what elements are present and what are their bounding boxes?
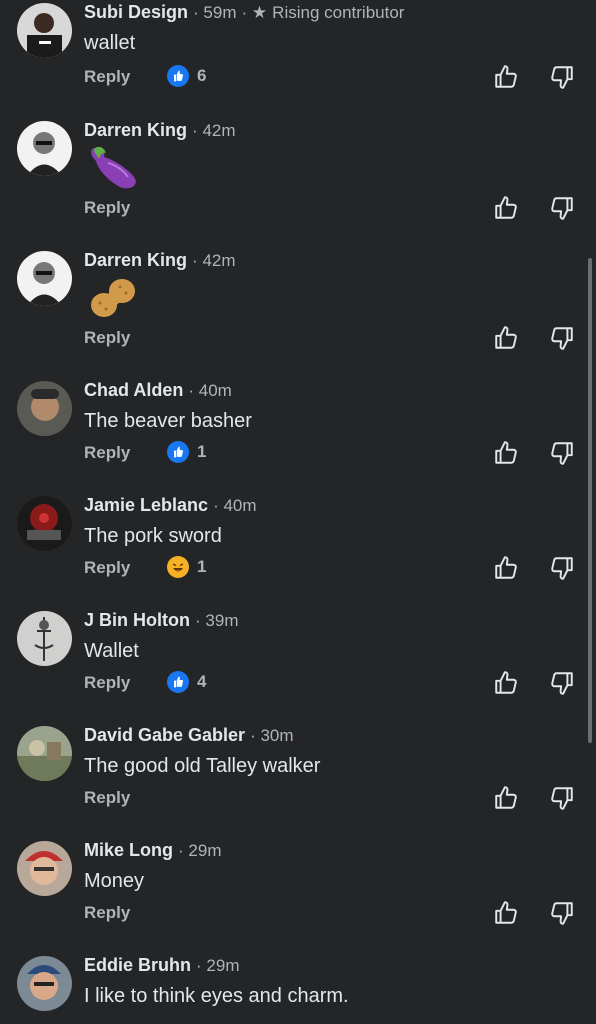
comment-text: The pork sword [84, 525, 222, 547]
separator: · [188, 381, 199, 400]
like-reaction-icon [167, 65, 189, 87]
timestamp[interactable]: 42m [202, 251, 235, 270]
upvote-icon[interactable] [493, 785, 519, 811]
separator: · [178, 841, 189, 860]
author-name[interactable]: Subi Design [84, 2, 188, 22]
like-reaction-icon [167, 671, 189, 693]
eggplant-emoji [91, 146, 136, 189]
avatar[interactable] [17, 841, 72, 896]
downvote-icon[interactable] [549, 195, 575, 221]
upvote-icon[interactable] [493, 900, 519, 926]
downvote-icon[interactable] [549, 670, 575, 696]
reply-button[interactable]: Reply [84, 903, 130, 923]
reaction-count: 6 [197, 66, 207, 85]
downvote-icon[interactable] [549, 900, 575, 926]
author-name[interactable]: Darren King [84, 250, 187, 270]
haha-reaction-icon [167, 556, 189, 578]
reply-button[interactable]: Reply [84, 558, 130, 578]
avatar[interactable] [17, 121, 72, 176]
author-name[interactable]: Darren King [84, 120, 187, 140]
avatar[interactable] [17, 496, 72, 551]
comment-header: Eddie Bruhn · 29m [84, 954, 239, 977]
timestamp[interactable]: 40m [199, 381, 232, 400]
reaction-summary[interactable]: 6 [167, 64, 206, 88]
author-name[interactable]: Chad Alden [84, 380, 183, 400]
peanut-emoji [91, 279, 135, 317]
avatar[interactable] [17, 381, 72, 436]
reply-button[interactable]: Reply [84, 328, 130, 348]
author-name[interactable]: Mike Long [84, 840, 173, 860]
star-icon: ★ [251, 3, 268, 22]
separator: · [250, 726, 261, 745]
scrollbar[interactable] [588, 258, 592, 743]
author-name[interactable]: Jamie Leblanc [84, 495, 208, 515]
like-reaction-icon [167, 441, 189, 463]
comment-header: David Gabe Gabler · 30m [84, 724, 294, 747]
reaction-summary[interactable]: 1 [167, 440, 206, 464]
avatar[interactable] [17, 956, 72, 1011]
timestamp[interactable]: 29m [206, 956, 239, 975]
reply-button[interactable]: Reply [84, 67, 130, 87]
downvote-icon[interactable] [549, 64, 575, 90]
author-name[interactable]: David Gabe Gabler [84, 725, 245, 745]
author-name[interactable]: J Bin Holton [84, 610, 190, 630]
reaction-count: 1 [197, 442, 207, 461]
timestamp[interactable]: 40m [223, 496, 256, 515]
avatar[interactable] [17, 611, 72, 666]
comment-text: wallet [84, 32, 136, 54]
upvote-icon[interactable] [493, 195, 519, 221]
timestamp[interactable]: 39m [205, 611, 238, 630]
downvote-icon[interactable] [549, 555, 575, 581]
reply-button[interactable]: Reply [84, 198, 130, 218]
comment-text: The good old Talley walker [84, 755, 321, 777]
comment-header: Darren King · 42m [84, 249, 236, 272]
upvote-icon[interactable] [493, 670, 519, 696]
downvote-icon[interactable] [549, 440, 575, 466]
rising-contributor-badge: Rising contributor [272, 3, 405, 22]
timestamp[interactable]: 59m [203, 3, 236, 22]
comment-text: I like to think eyes and charm. [84, 985, 349, 1007]
comment-header: Jamie Leblanc · 40m [84, 494, 257, 517]
timestamp[interactable]: 42m [202, 121, 235, 140]
comment-header: Subi Design · 59m · ★ Rising contributor [84, 1, 404, 24]
comment-header: Mike Long · 29m [84, 839, 221, 862]
timestamp[interactable]: 29m [188, 841, 221, 860]
timestamp[interactable]: 30m [260, 726, 293, 745]
upvote-icon[interactable] [493, 325, 519, 351]
reply-button[interactable]: Reply [84, 443, 130, 463]
reply-button[interactable]: Reply [84, 788, 130, 808]
reaction-count: 1 [197, 557, 207, 576]
upvote-icon[interactable] [493, 64, 519, 90]
downvote-icon[interactable] [549, 785, 575, 811]
separator: · [241, 3, 252, 22]
comment-text: Money [84, 870, 145, 892]
upvote-icon[interactable] [493, 555, 519, 581]
avatar[interactable] [17, 3, 72, 58]
separator: · [213, 496, 224, 515]
upvote-icon[interactable] [493, 440, 519, 466]
separator: · [196, 956, 207, 975]
reply-button[interactable]: Reply [84, 673, 130, 693]
reaction-summary[interactable]: 1 [167, 555, 206, 579]
author-name[interactable]: Eddie Bruhn [84, 955, 191, 975]
avatar[interactable] [17, 726, 72, 781]
comment-text: The beaver basher [84, 410, 252, 432]
comment-header: Chad Alden · 40m [84, 379, 232, 402]
reaction-count: 4 [197, 672, 207, 691]
comment-text: Wallet [84, 640, 139, 662]
downvote-icon[interactable] [549, 325, 575, 351]
separator: · [192, 121, 203, 140]
avatar[interactable] [17, 251, 72, 306]
separator: · [195, 611, 206, 630]
comment-header: Darren King · 42m [84, 119, 236, 142]
separator: · [192, 251, 203, 270]
separator: · [193, 3, 204, 22]
comment-header: J Bin Holton · 39m [84, 609, 238, 632]
reaction-summary[interactable]: 4 [167, 670, 206, 694]
